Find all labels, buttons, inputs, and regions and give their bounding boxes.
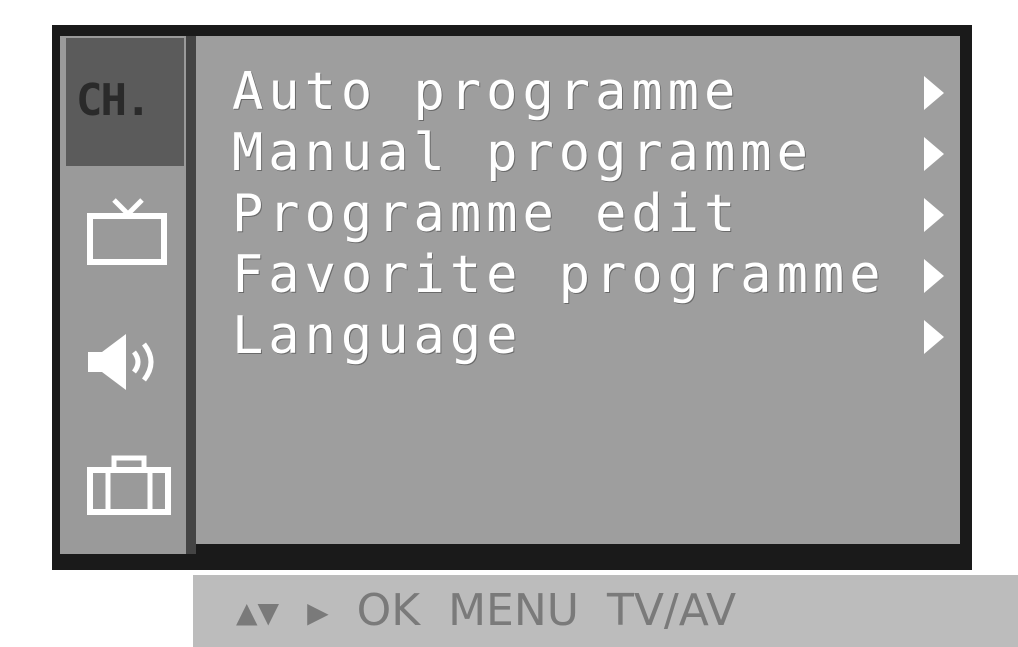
menu-item-manual-programme[interactable]: Manual programme	[232, 123, 944, 184]
menu-item-favorite-programme[interactable]: Favorite programme	[232, 245, 944, 306]
menu-item-label: Language	[232, 306, 523, 366]
menu-item-label: Favorite programme	[232, 245, 886, 305]
chevron-right-icon	[924, 320, 944, 354]
chevron-right-icon	[924, 198, 944, 232]
speaker-icon[interactable]	[86, 330, 172, 394]
chevron-right-icon	[924, 76, 944, 110]
menu-item-label: Manual programme	[232, 123, 813, 183]
menu-item-label: Auto programme	[232, 62, 741, 122]
chevron-right-icon	[924, 137, 944, 171]
tvav-key-label: TV/AV	[606, 585, 737, 636]
up-down-arrows-icon: ▲▼	[236, 596, 280, 629]
ok-key-label: OK	[356, 585, 421, 636]
menu-item-programme-edit[interactable]: Programme edit	[232, 184, 944, 245]
menu-item-label: Programme edit	[232, 184, 741, 244]
menu-key-label: MENU	[448, 585, 579, 636]
channel-menu: Auto programme Manual programme Programm…	[232, 62, 944, 367]
menu-item-auto-programme[interactable]: Auto programme	[232, 62, 944, 123]
right-arrow-icon: ▶	[307, 596, 329, 629]
toolbox-icon[interactable]	[86, 454, 172, 516]
menu-item-language[interactable]: Language	[232, 306, 944, 367]
chevron-right-icon	[924, 259, 944, 293]
tv-icon[interactable]	[86, 196, 170, 270]
sidebar-item-channel-label: CH.	[76, 75, 151, 126]
key-hints: ▲▼ ▶ OK MENU TV/AV	[236, 586, 736, 638]
sidebar-divider	[186, 36, 196, 554]
